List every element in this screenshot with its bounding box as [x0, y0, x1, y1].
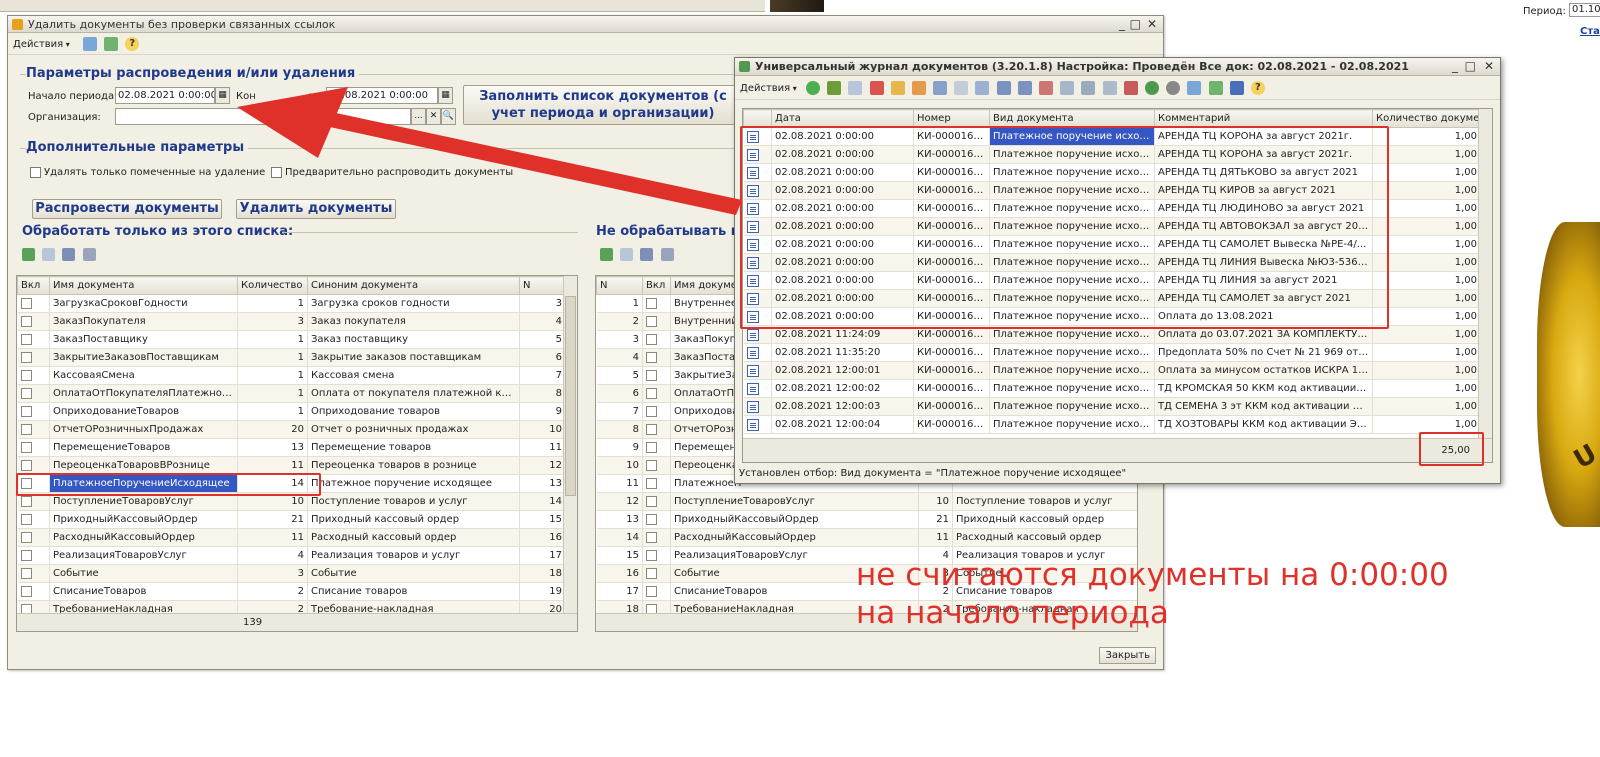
annotation-line-1: не считаются документы на 0:00:00: [856, 557, 1449, 593]
desktop: Период: 01.10. Ста U Удалить документы б…: [0, 0, 1600, 757]
red-arrow-shaft: [316, 110, 742, 215]
highlight-payment-order-row: [16, 473, 321, 496]
highlight-total: [1419, 432, 1484, 466]
annotation-line-2: на начало периода: [856, 595, 1169, 631]
highlight-midnight-documents: [740, 126, 1389, 329]
red-arrow-head: [237, 87, 348, 158]
annotation-overlay: [237, 87, 742, 215]
